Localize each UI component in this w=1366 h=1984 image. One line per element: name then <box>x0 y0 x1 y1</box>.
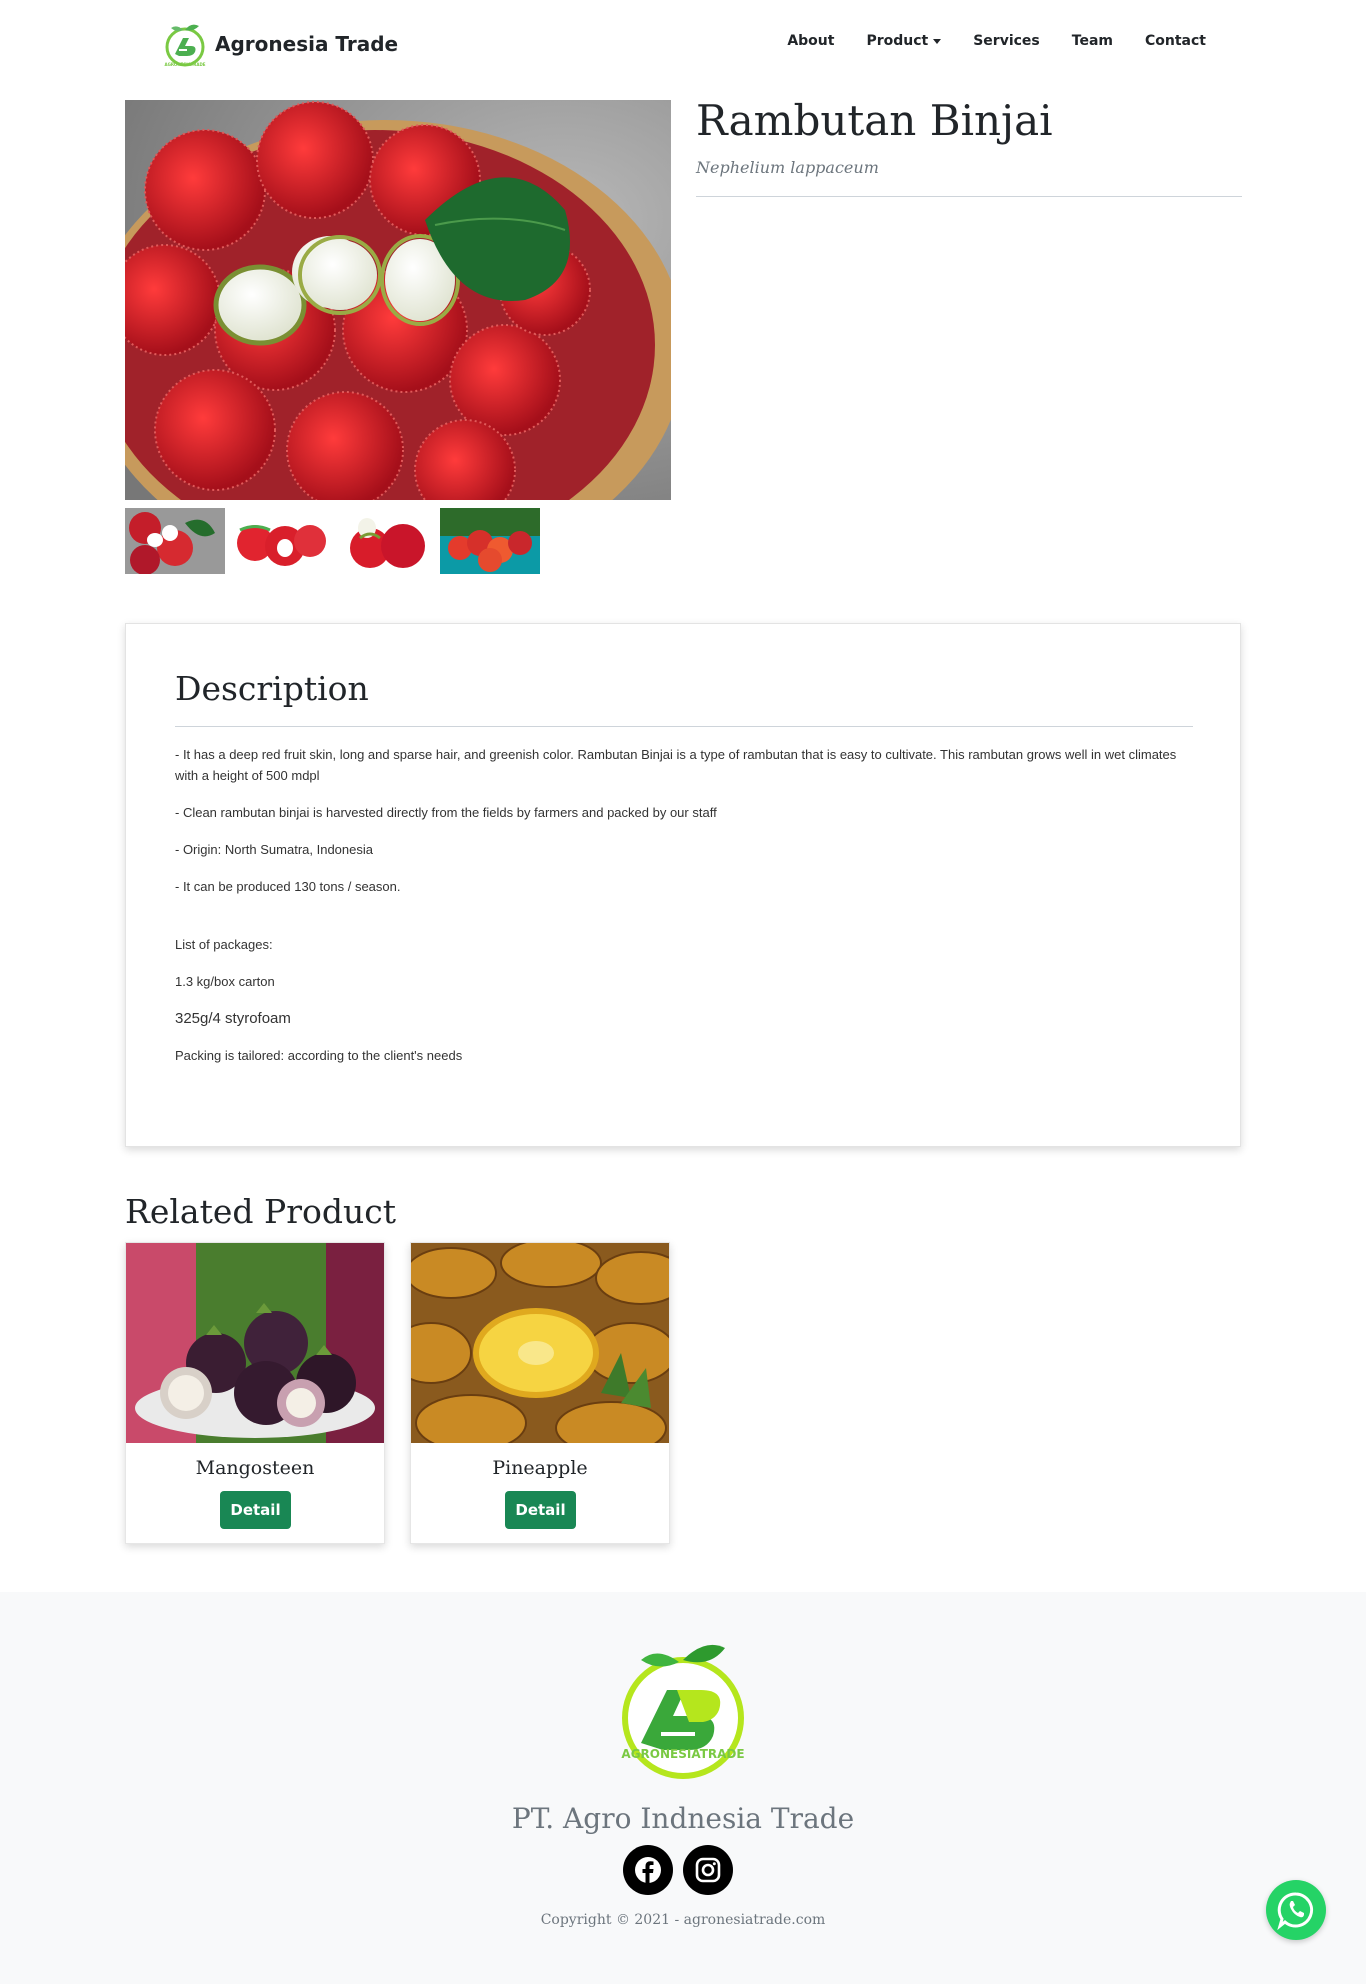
product-latin-name: Nephelium lappaceum <box>696 158 879 177</box>
nav-contact-label: Contact <box>1145 33 1206 49</box>
description-heading: Description <box>175 669 369 708</box>
whatsapp-icon <box>1277 1892 1314 1930</box>
related-heading: Related Product <box>125 1192 396 1231</box>
description-paragraph: - It has a deep red fruit skin, long and… <box>175 747 1177 783</box>
facebook-link[interactable] <box>623 1845 673 1895</box>
card-title: Mangosteen <box>195 1457 315 1479</box>
detail-button[interactable]: Detail <box>220 1491 291 1529</box>
description-paragraph: - It can be produced 130 tons / season. <box>175 879 401 894</box>
title-divider <box>696 196 1242 197</box>
description-paragraph: - Origin: North Sumatra, Indonesia <box>175 842 373 857</box>
footer: AGRONESIATRADE PT. Agro Indnesia Trade C… <box>0 1592 1366 1984</box>
caret-down-icon <box>933 38 942 44</box>
main-nav: About Product Services Team Contact <box>787 33 1206 49</box>
packages-title: List of packages: <box>175 937 273 952</box>
company-name: PT. Agro Indnesia Trade <box>511 1802 855 1835</box>
svg-text:AGRONESIATRADE: AGRONESIATRADE <box>164 62 205 67</box>
brand-name: Agronesia Trade <box>215 32 399 56</box>
description-card: Description - It has a deep red fruit sk… <box>125 623 1241 1147</box>
detail-button[interactable]: Detail <box>505 1491 576 1529</box>
product-main-image <box>125 100 671 500</box>
navbar: AGRONESIATRADE Agronesia Trade About Pro… <box>0 0 1366 88</box>
whatsapp-button[interactable] <box>1266 1880 1326 1940</box>
instagram-link[interactable] <box>683 1845 733 1895</box>
copyright: Copyright © 2021 - agronesiatrade.com <box>540 1912 826 1928</box>
nav-services-label: Services <box>973 33 1040 49</box>
related-card-pineapple: Pineapple Detail <box>410 1242 670 1544</box>
nav-team[interactable]: Team <box>1072 33 1113 49</box>
nav-product-label: Product <box>866 33 929 49</box>
thumbnail-3[interactable] <box>335 508 435 574</box>
social-links <box>623 1845 733 1895</box>
nav-team-label: Team <box>1071 33 1113 49</box>
thumbnail-1[interactable] <box>125 508 225 574</box>
thumbnail-2[interactable] <box>230 508 330 574</box>
card-title: Pineapple <box>492 1457 588 1479</box>
footer-logo: AGRONESIATRADE <box>621 1644 745 1779</box>
instagram-icon <box>695 1857 721 1883</box>
thumbnail-4[interactable] <box>440 508 540 574</box>
footer-logo-text: AGRONESIATRADE <box>621 1747 744 1761</box>
brand-link[interactable]: AGRONESIATRADE Agronesia Trade <box>161 20 398 68</box>
pineapple-image <box>411 1243 669 1443</box>
nav-contact[interactable]: Contact <box>1145 33 1206 49</box>
description-paragraph: - Clean rambutan binjai is harvested dir… <box>175 805 717 820</box>
package-item: Packing is tailored: according to the cl… <box>175 1048 463 1063</box>
mangosteen-image <box>126 1243 384 1443</box>
related-card-mangosteen: Mangosteen Detail <box>125 1242 385 1544</box>
brand-logo-icon: AGRONESIATRADE <box>164 24 206 67</box>
nav-about[interactable]: About <box>787 33 834 49</box>
description-divider <box>175 726 1193 727</box>
package-item: 325g/4 styrofoam <box>175 1010 291 1027</box>
nav-product-dropdown[interactable]: Product <box>866 33 942 49</box>
package-item: 1.3 kg/box carton <box>175 974 275 989</box>
product-title: Rambutan Binjai <box>696 96 1053 145</box>
nav-services[interactable]: Services <box>973 33 1040 49</box>
facebook-icon <box>635 1857 661 1883</box>
nav-about-label: About <box>787 33 835 49</box>
thumbnail-strip <box>125 508 540 574</box>
description-body: - It has a deep red fruit skin, long and… <box>175 744 1193 1082</box>
